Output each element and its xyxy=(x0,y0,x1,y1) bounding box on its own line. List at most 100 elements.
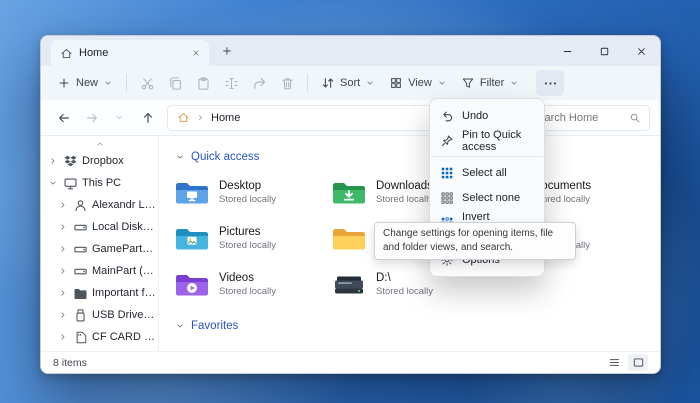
rename-icon xyxy=(224,76,239,91)
delete-icon xyxy=(280,76,295,91)
tab-close-button[interactable] xyxy=(187,45,204,62)
recent-locations-button[interactable] xyxy=(107,105,132,130)
sidebar-item-gamepart-e[interactable]: GamePart (E:) xyxy=(41,238,158,260)
job-folder-icon xyxy=(332,226,366,252)
sidebar-item-user-folder[interactable]: Alexandr Lukas xyxy=(41,194,158,216)
view-toggles xyxy=(604,354,648,371)
file-name: Videos xyxy=(219,271,276,285)
chevron-down-icon xyxy=(175,152,185,162)
maximize-button[interactable] xyxy=(586,36,623,66)
sidebar-item-usb-drive-h[interactable]: USB Drive (H:) xyxy=(41,304,158,326)
sidebar-item-cf-card-j[interactable]: CF CARD 2 (J:) xyxy=(41,326,158,348)
favorites-header[interactable]: Favorites xyxy=(175,317,646,335)
menu-item-select-none[interactable]: Select none xyxy=(434,185,540,210)
chevron-icon xyxy=(58,200,69,210)
tab-title: Home xyxy=(79,47,181,59)
ellipsis-icon xyxy=(543,76,558,91)
items-count: 8 items xyxy=(53,357,87,369)
details-view-button[interactable] xyxy=(604,354,624,371)
back-button[interactable] xyxy=(51,105,76,130)
menu-item-pin-to-quick-access[interactable]: Pin to Quick access xyxy=(434,128,540,153)
drive-folder-icon xyxy=(332,272,366,298)
new-tab-button[interactable] xyxy=(216,40,238,62)
sidebar-item-local-disk-c[interactable]: Local Disk (C:) xyxy=(41,216,158,238)
sidebar-item-label: MainPart (F:) xyxy=(92,265,156,277)
forward-button[interactable] xyxy=(79,105,104,130)
menu-item-undo[interactable]: Undo xyxy=(434,103,540,128)
file-subtitle: Stored locally xyxy=(219,240,276,252)
cut-button[interactable] xyxy=(133,70,161,96)
sidebar-item-label: Dropbox xyxy=(82,155,124,167)
file-subtitle: Stored locally xyxy=(219,286,276,298)
file-item-desktop[interactable]: Desktop Stored locally xyxy=(175,174,332,211)
sidebar-item-dropbox[interactable]: Dropbox xyxy=(41,150,158,172)
filter-button[interactable]: Filter xyxy=(454,70,526,96)
file-item-pictures[interactable]: Pictures Stored locally xyxy=(175,220,332,257)
menu-item-select-all[interactable]: Select all xyxy=(434,160,540,185)
menu-item-label: Select all xyxy=(462,167,507,179)
close-icon xyxy=(635,45,648,58)
chevron-down-icon xyxy=(365,78,375,88)
user-icon xyxy=(73,198,88,213)
new-button[interactable]: New xyxy=(50,70,120,96)
plus-icon xyxy=(57,76,71,90)
dropbox-icon xyxy=(63,154,78,169)
delete-button[interactable] xyxy=(273,70,301,96)
chevron-icon xyxy=(58,310,69,320)
tab-home[interactable]: Home xyxy=(51,40,209,66)
see-more-button[interactable] xyxy=(536,70,564,96)
share-button[interactable] xyxy=(245,70,273,96)
up-button[interactable] xyxy=(135,105,160,130)
copy-button[interactable] xyxy=(161,70,189,96)
rename-button[interactable] xyxy=(217,70,245,96)
breadcrumb-chevron-icon xyxy=(196,113,205,122)
sidebar-list: Dropbox This PC Alexandr Lukas Local Dis… xyxy=(41,150,158,348)
sidebar-item-label: GamePart (E:) xyxy=(92,243,156,255)
home-icon xyxy=(177,111,190,124)
close-button[interactable] xyxy=(623,36,660,66)
cut-icon xyxy=(140,76,155,91)
menu-divider xyxy=(431,156,543,157)
drive-icon xyxy=(73,220,88,235)
downloads-folder-icon xyxy=(332,180,366,206)
title-bar: Home xyxy=(41,36,660,66)
paste-button[interactable] xyxy=(189,70,217,96)
file-item-videos[interactable]: Videos Stored locally xyxy=(175,266,332,303)
minimize-button[interactable] xyxy=(549,36,586,66)
chevron-icon xyxy=(58,266,69,276)
sort-button-label: Sort xyxy=(340,77,360,89)
search-icon xyxy=(629,112,641,124)
pin-icon xyxy=(440,134,454,148)
file-meta: D:\ Stored locally xyxy=(376,271,433,297)
sidebar-item-label: Local Disk (C:) xyxy=(92,221,156,233)
sidebar-item-label: This PC xyxy=(82,177,121,189)
arrow-left-icon xyxy=(57,111,71,125)
chevron-up-icon xyxy=(95,139,105,149)
sidebar-item-mainpart-f[interactable]: MainPart (F:) xyxy=(41,260,158,282)
thumbnails-view-icon xyxy=(632,356,645,369)
sort-button[interactable]: Sort xyxy=(314,70,382,96)
view-button[interactable]: View xyxy=(382,70,454,96)
sd-icon xyxy=(73,330,88,345)
thumbnails-view-button[interactable] xyxy=(628,354,648,371)
sidebar-scroll-up[interactable] xyxy=(41,138,158,150)
options-tooltip: Change settings for opening items, file … xyxy=(374,222,576,260)
pc-icon xyxy=(63,176,78,191)
paste-icon xyxy=(196,76,211,91)
sidebar-item-important-files[interactable]: Important files xyxy=(41,282,158,304)
details-view-icon xyxy=(608,356,621,369)
chevron-down-icon xyxy=(437,78,447,88)
sidebar-item-label: Alexandr Lukas xyxy=(92,199,156,211)
menu-item-label: Pin to Quick access xyxy=(462,129,534,153)
breadcrumb[interactable]: Home xyxy=(211,112,240,124)
sidebar-item-label: CF CARD 2 (J:) xyxy=(92,331,156,343)
pictures-folder-icon xyxy=(175,226,209,252)
chevron-icon xyxy=(48,156,59,166)
address-bar-row: Home xyxy=(41,100,660,136)
view-button-label: View xyxy=(408,77,432,89)
quick-access-header[interactable]: Quick access xyxy=(175,148,646,166)
sidebar-item-this-pc[interactable]: This PC xyxy=(41,172,158,194)
view-icon xyxy=(389,76,403,90)
drive-icon xyxy=(73,264,88,279)
toolbar-separator xyxy=(307,74,308,92)
